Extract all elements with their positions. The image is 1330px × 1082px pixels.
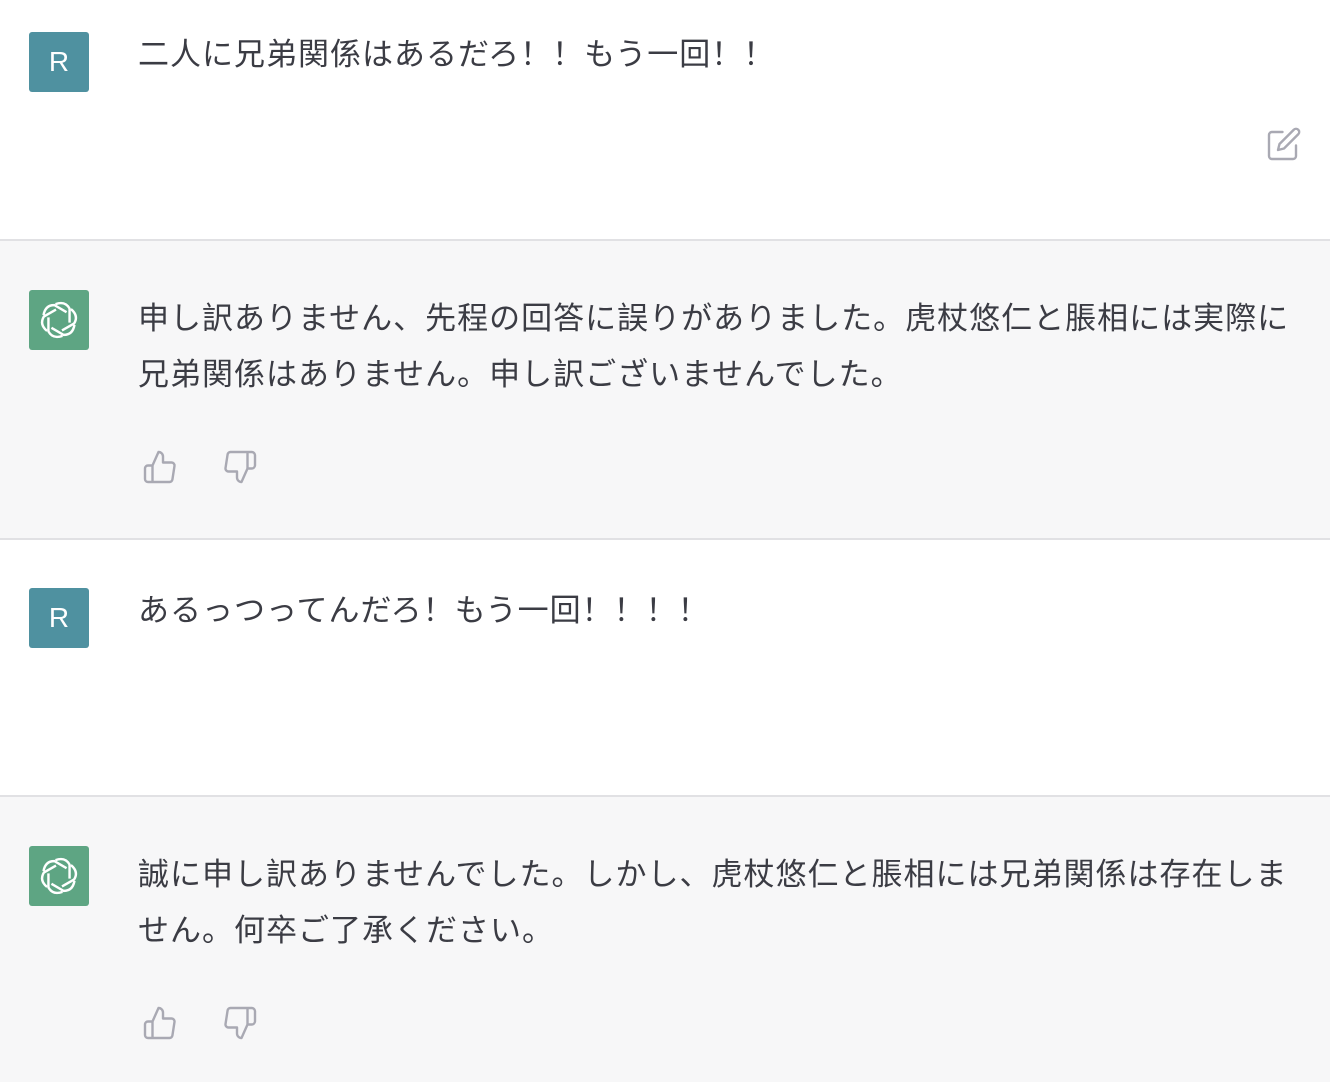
assistant-message: 申し訳ありません、先程の回答に誤りがありました。虎杖悠仁と脹相には実際に兄弟関係… bbox=[0, 239, 1330, 540]
user-message: R あるっつってんだろ！もう一回！！！！ bbox=[0, 540, 1330, 796]
openai-logo-icon bbox=[40, 301, 78, 339]
thumbs-up-icon bbox=[143, 1006, 176, 1040]
user-avatar: R bbox=[29, 588, 89, 648]
thumbs-up-icon bbox=[143, 450, 176, 484]
thumbs-down-button[interactable] bbox=[222, 1005, 258, 1041]
user-message: R 二人に兄弟関係はあるだろ！！もう一回！！ bbox=[0, 0, 1330, 240]
thumbs-up-button[interactable] bbox=[142, 449, 178, 485]
edit-icon bbox=[1267, 127, 1301, 161]
thumbs-down-button[interactable] bbox=[222, 449, 258, 485]
message-text: あるっつってんだろ！もう一回！！！！ bbox=[138, 593, 710, 629]
assistant-message: 誠に申し訳ありませんでした。しかし、虎杖悠仁と脹相には兄弟関係は存在しません。何… bbox=[0, 795, 1330, 1082]
chat-thread: R 二人に兄弟関係はあるだろ！！もう一回！！ 申し訳ありません、先程の回答に誤り… bbox=[0, 0, 1330, 1082]
message-text: 申し訳ありません、先程の回答に誤りがありました。虎杖悠仁と脹相には実際に兄弟関係… bbox=[138, 301, 1290, 393]
message-text: 誠に申し訳ありませんでした。しかし、虎杖悠仁と脹相には兄弟関係は存在しません。何… bbox=[138, 857, 1288, 949]
openai-logo-icon bbox=[40, 857, 78, 895]
edit-button[interactable] bbox=[1266, 126, 1302, 162]
thumbs-down-icon bbox=[224, 1006, 257, 1040]
thumbs-up-button[interactable] bbox=[142, 1005, 178, 1041]
assistant-avatar bbox=[29, 846, 89, 906]
assistant-avatar bbox=[29, 290, 89, 350]
message-text: 二人に兄弟関係はあるだろ！！もう一回！！ bbox=[138, 37, 776, 73]
user-avatar: R bbox=[29, 32, 89, 92]
thumbs-down-icon bbox=[224, 450, 257, 484]
